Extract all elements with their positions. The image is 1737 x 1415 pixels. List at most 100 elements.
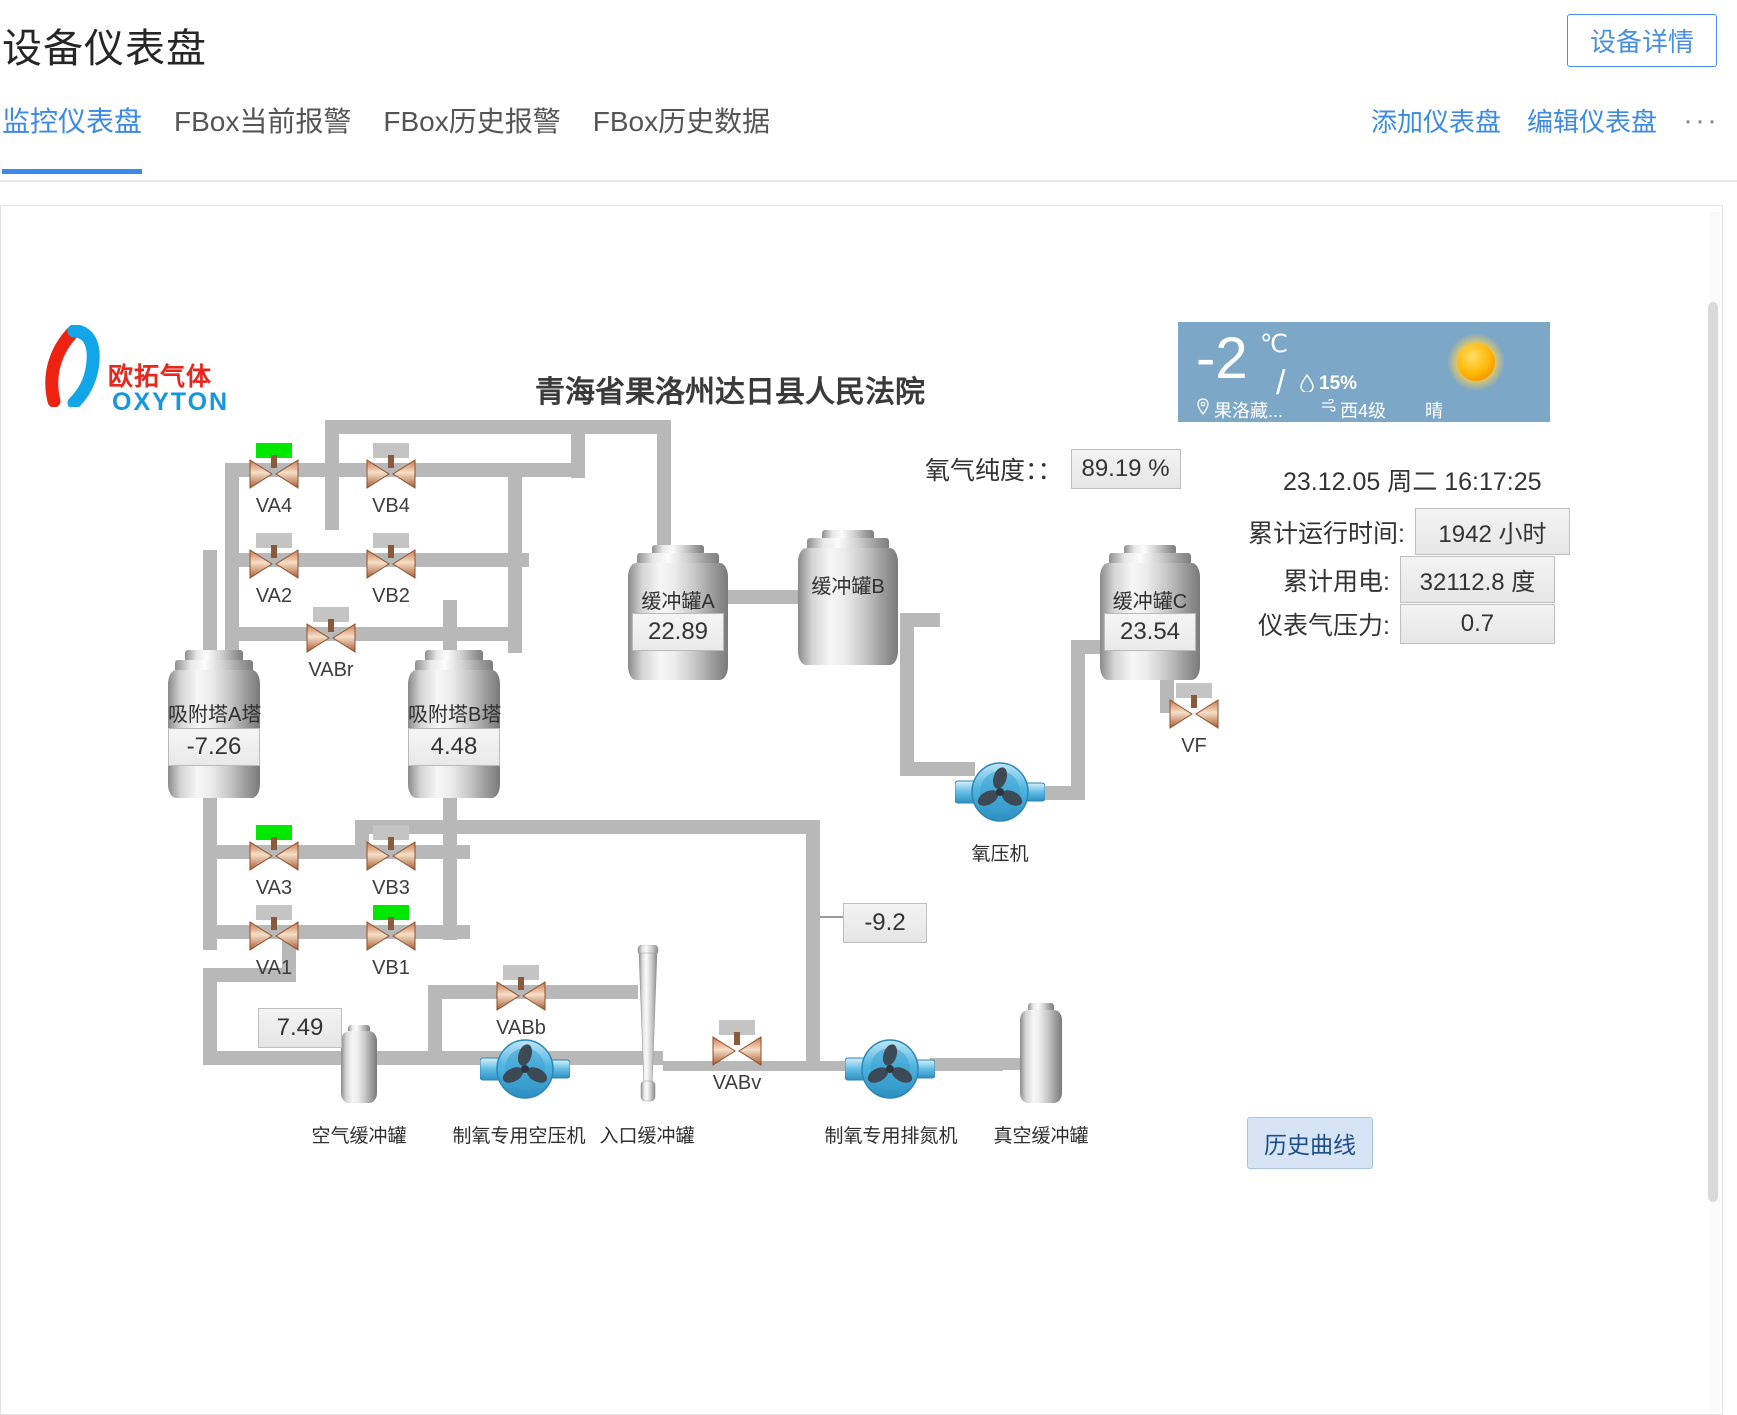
pipe-top-main (325, 420, 585, 434)
canvas-scrollbar-thumb[interactable] (1708, 302, 1718, 1202)
pressure-label: 仪表气压力: (1258, 612, 1390, 640)
sun-icon (1447, 333, 1505, 391)
tab-monitoring-dashboard[interactable]: 监控仪表盘 (0, 92, 158, 174)
humidity-drop-icon (1300, 373, 1314, 398)
runtime-label: 累计运行时间: (1248, 519, 1405, 548)
valve-vabb[interactable]: VABb (495, 965, 547, 1039)
valve-va1-icon (249, 921, 299, 951)
oxygen-purity-label: 氧气纯度：： (925, 457, 1063, 485)
page-header: 设备仪表盘 设备详情 (0, 0, 1737, 92)
valve-vb1-icon (366, 921, 416, 951)
valve-va3[interactable]: VA3 (248, 825, 300, 899)
valve-vf-icon (1169, 699, 1219, 729)
nitrogen-blower-label: 制氧专用排氮机 (824, 1126, 958, 1147)
valve-vb2-label: VB2 (372, 585, 410, 607)
pipe-vacuum-riser (806, 820, 820, 1065)
pressure-value: 0.7 (1399, 604, 1555, 644)
page-title: 设备仪表盘 (2, 27, 207, 71)
air-compressor-label: 制氧专用空压机 (452, 1126, 586, 1147)
history-curve-button[interactable]: 历史曲线 (1247, 1117, 1373, 1169)
air-buffer-tank[interactable] (341, 1025, 377, 1103)
valve-vb2[interactable]: VB2 (365, 533, 417, 607)
valve-vf-label: VF (1181, 735, 1207, 757)
valve-vb1[interactable]: VB1 (365, 905, 417, 979)
oxygen-compressor-pump[interactable] (955, 755, 1045, 831)
valve-va2-label: VA2 (255, 585, 293, 607)
oxyton-o2-mark-icon (45, 325, 100, 407)
oxygen-compressor-label: 氧压机 (971, 844, 1029, 865)
pipe-vb4-right (418, 463, 585, 477)
valve-va2[interactable]: VA2 (248, 533, 300, 607)
tower-a-name: 吸附塔A塔 (168, 704, 262, 726)
air-buffer-body (341, 1031, 377, 1103)
tab-fbox-history-alarms[interactable]: FBox历史报警 (367, 92, 576, 146)
buffer-b-body (798, 548, 898, 665)
valve-va2-icon (249, 549, 299, 579)
valve-vb2-icon (366, 549, 416, 579)
plant-title: 青海省果洛州达日县人民法院 (535, 376, 925, 409)
buffer-b-name: 缓冲罐B (811, 576, 885, 598)
valve-vabv[interactable]: VABv (711, 1020, 763, 1094)
buffer-tank-c[interactable]: 缓冲罐C 23.54 (1100, 545, 1200, 680)
edit-dashboard-link[interactable]: 编辑仪表盘 (1527, 102, 1657, 139)
adsorption-tower-b[interactable]: 吸附塔B塔 4.48 (408, 650, 502, 798)
valve-vabr-label: VABr (308, 659, 354, 681)
valve-vb4[interactable]: VB4 (365, 443, 417, 517)
buffer-tank-a[interactable]: 缓冲罐A 22.89 (628, 545, 728, 680)
tower-b-value: 4.48 (408, 728, 500, 766)
pipe-bufferA-to-B (728, 590, 798, 604)
tab-fbox-history-data[interactable]: FBox历史数据 (577, 92, 786, 146)
pipe-left-down (203, 968, 217, 1056)
valve-va1[interactable]: VA1 (248, 905, 300, 979)
inlet-buffer-tank[interactable] (625, 945, 671, 1105)
valve-vf[interactable]: VF (1168, 683, 1220, 757)
tab-bar: 监控仪表盘 FBox当前报警 FBox历史报警 FBox历史数据 添加仪表盘 编… (0, 92, 1737, 184)
pipe-upper-lowmanif (355, 820, 815, 834)
valve-vb3[interactable]: VB3 (365, 825, 417, 899)
weather-humidity: 15% (1319, 373, 1358, 394)
air-compressor-pump[interactable] (480, 1032, 570, 1108)
pipe-o2comp-riser (1071, 640, 1085, 800)
vacuum-buffer-tank[interactable] (1020, 1003, 1062, 1103)
valve-vabr[interactable]: VABr (305, 607, 357, 681)
valve-va4[interactable]: VA4 (248, 443, 300, 517)
oxygen-purity-value: 89.19 % (1070, 449, 1181, 489)
pipe-vabr-row (239, 627, 522, 641)
pipe-right-riser (508, 463, 522, 563)
air-pressure-readout: 7.49 (258, 1008, 342, 1048)
valve-va3-label: VA3 (255, 877, 293, 899)
valve-vb4-label: VB4 (372, 495, 410, 517)
buffer-a-value: 22.89 (632, 613, 724, 651)
weather-wind: 西4级 (1340, 401, 1387, 421)
pipe-bufferB-out (900, 613, 914, 773)
tower-b-name: 吸附塔B塔 (408, 704, 502, 726)
add-dashboard-link[interactable]: 添加仪表盘 (1371, 102, 1501, 139)
valve-va4-label: VA4 (255, 495, 293, 517)
buffer-c-name: 缓冲罐C (1112, 591, 1188, 613)
buffer-tank-b[interactable]: 缓冲罐B (798, 530, 898, 665)
location-pin-icon (1196, 398, 1210, 420)
pipe-bufferA-drop (657, 420, 671, 550)
tower-a-value: -7.26 (168, 728, 260, 766)
valve-vabr-icon (306, 623, 356, 653)
wind-icon (1321, 398, 1337, 418)
pipe-bufferB-out-h (900, 613, 940, 627)
tabbar-divider (0, 180, 1737, 182)
valve-vabv-label: VABv (712, 1072, 762, 1094)
valve-va4-icon (249, 459, 299, 489)
more-options-icon[interactable]: ··· (1683, 105, 1719, 135)
valve-va3-icon (249, 841, 299, 871)
weather-temperature: -2 (1196, 326, 1248, 391)
tab-actions: 添加仪表盘 编辑仪表盘 ··· (1371, 102, 1719, 139)
adsorption-tower-a[interactable]: 吸附塔A塔 -7.26 (168, 650, 262, 798)
device-detail-button[interactable]: 设备详情 (1566, 14, 1717, 67)
vacuum-buffer-body (1020, 1010, 1062, 1103)
canvas-scrollbar-track[interactable] (1708, 212, 1720, 1412)
weather-condition: 晴 (1425, 401, 1443, 421)
pipe-towerA-top-link (203, 550, 217, 610)
tab-fbox-current-alarms[interactable]: FBox当前报警 (158, 92, 367, 146)
weather-card: -2 ℃ / 15% 果洛藏... 西4级 晴 (1178, 322, 1550, 422)
nitrogen-blower-pump[interactable] (845, 1032, 935, 1108)
pressure-row: 仪表气压力: 0.7 (1258, 604, 1555, 644)
valve-vb1-label: VB1 (372, 957, 410, 979)
